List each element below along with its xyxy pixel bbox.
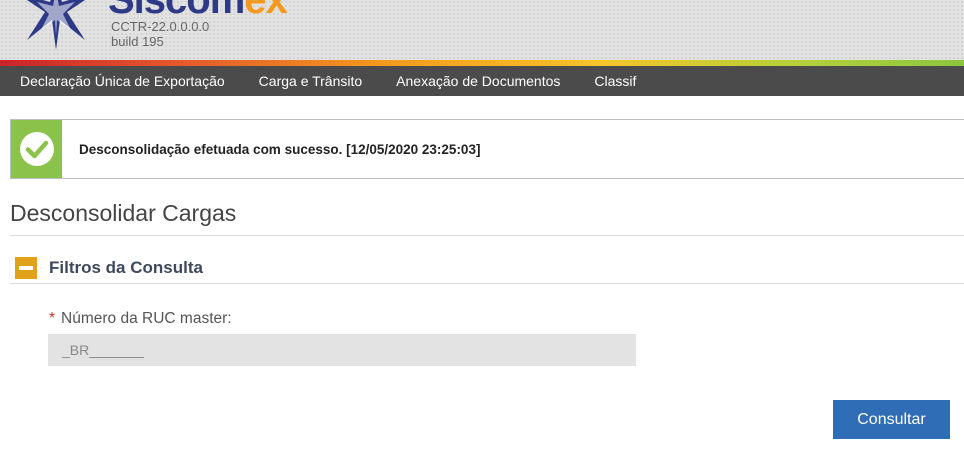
required-asterisk: * <box>49 310 56 327</box>
filters-divider <box>10 283 964 284</box>
ruc-label-text: Número da RUC master: <box>61 310 232 327</box>
siscomex-star-logo <box>27 0 85 50</box>
collapse-minus-icon[interactable] <box>15 257 37 279</box>
title-divider <box>10 235 964 236</box>
main-nav: Declaração Única de Exportação Carga e T… <box>0 66 964 96</box>
checkmark-icon <box>19 132 54 166</box>
alert-message: Desconsolidação efetuada com sucesso. [1… <box>79 141 481 157</box>
ruc-field-label: * Número da RUC master: <box>49 310 232 328</box>
nav-item-anexacao[interactable]: Anexação de Documentos <box>396 73 560 89</box>
alert-icon-box <box>11 120 62 178</box>
ruc-master-input[interactable] <box>48 334 636 366</box>
nav-item-carga-transito[interactable]: Carga e Trânsito <box>259 73 363 89</box>
consultar-button[interactable]: Consultar <box>833 400 950 439</box>
nav-item-classif[interactable]: Classif <box>594 73 636 89</box>
version-info: CCTR-22.0.0.0.0 build 195 <box>111 19 209 49</box>
build-label: build 195 <box>111 34 164 49</box>
filters-toggle[interactable]: Filtros da Consulta <box>15 257 203 279</box>
filters-section-title: Filtros da Consulta <box>49 258 203 277</box>
nav-item-due[interactable]: Declaração Única de Exportação <box>20 73 225 89</box>
page-title: Desconsolidar Cargas <box>10 200 237 226</box>
success-alert: Desconsolidação efetuada com sucesso. [1… <box>10 119 964 179</box>
logo-accent-text: ex <box>244 0 287 22</box>
version-label: CCTR-22.0.0.0.0 <box>111 19 210 34</box>
app-header: Siscomex CCTR-22.0.0.0.0 build 195 <box>0 0 964 60</box>
